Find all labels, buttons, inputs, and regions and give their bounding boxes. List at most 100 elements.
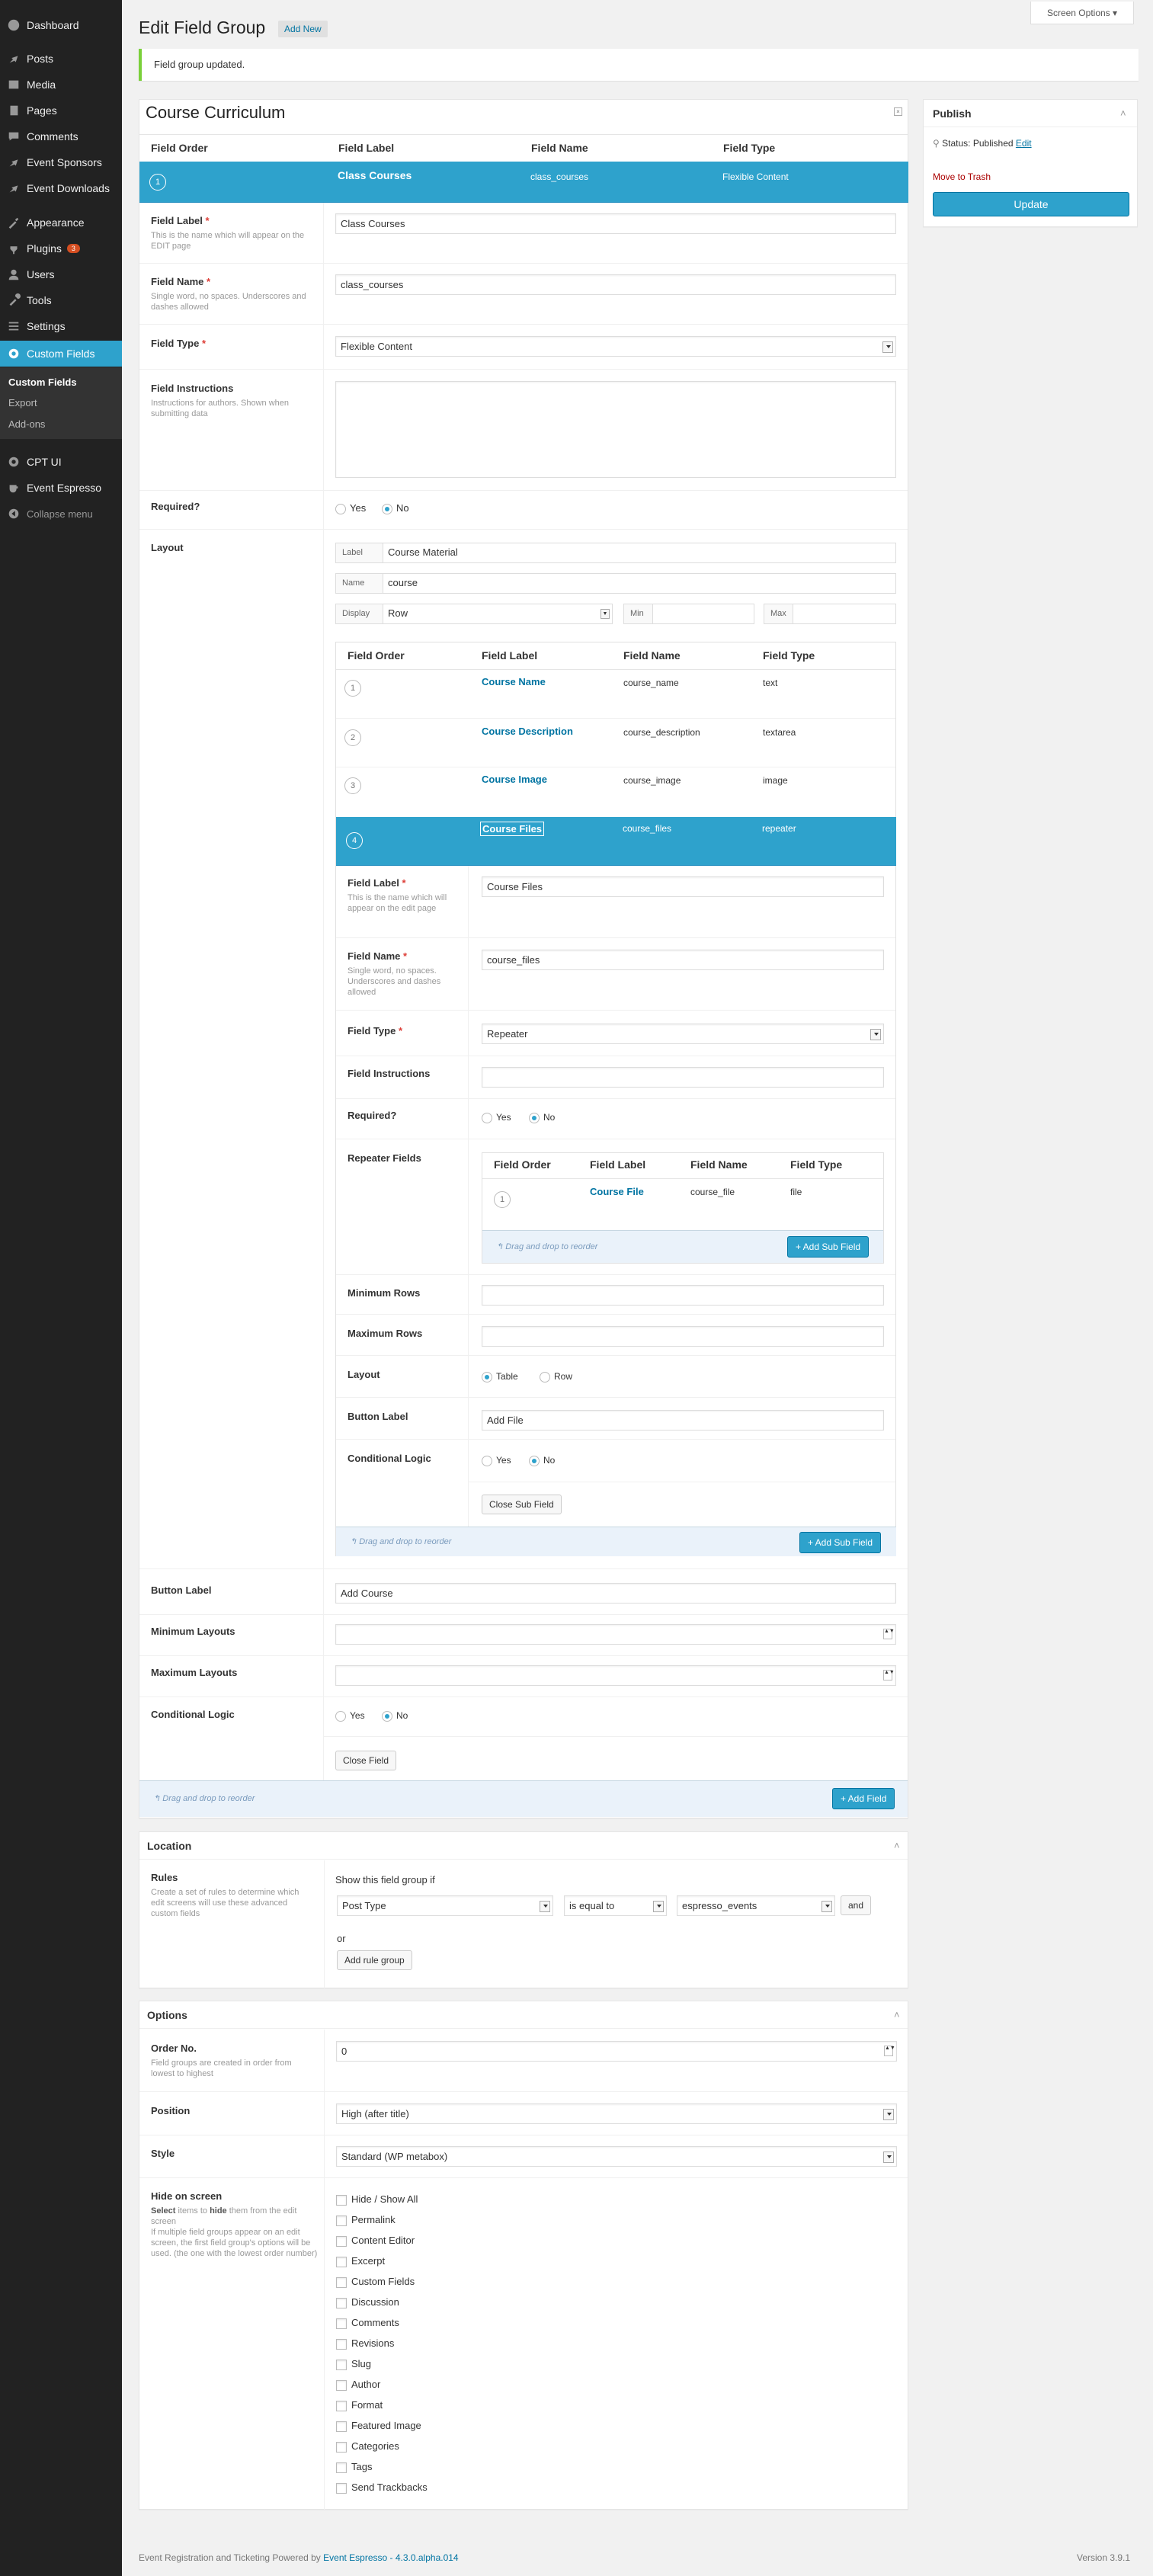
maximum-layouts-input[interactable]: ▲▼ [335, 1665, 896, 1686]
hide-option-checkbox[interactable]: Custom Fields [336, 2276, 415, 2288]
button-label-input[interactable]: Add Course [335, 1583, 896, 1604]
spinner-icon[interactable]: ▲▼ [883, 1629, 895, 1639]
hide-option-checkbox[interactable]: Excerpt [336, 2255, 385, 2267]
spinner-icon[interactable]: ▲▼ [883, 1670, 895, 1680]
menu-posts[interactable]: Posts [0, 46, 122, 72]
menu-plugins[interactable]: Plugins 3 [0, 235, 122, 261]
sub-field-row-course-files[interactable]: 4 Course Files course_files repeater [336, 817, 896, 866]
screen-options-button[interactable]: Screen Options ▾ [1030, 2, 1134, 24]
layout-table-radio[interactable]: Table [482, 1371, 518, 1383]
menu-appearance[interactable]: Appearance [0, 210, 122, 235]
field-type-select[interactable]: Flexible Content [335, 336, 896, 357]
field-order-circle[interactable]: 1 [149, 174, 166, 191]
close-sub-field-button[interactable]: Close Sub Field [482, 1495, 562, 1514]
minimum-rows-input[interactable] [482, 1285, 884, 1306]
hide-option-checkbox[interactable]: Hide / Show All [336, 2193, 418, 2206]
sub-field-instructions-input[interactable] [482, 1067, 884, 1088]
menu-event-downloads[interactable]: Event Downloads [0, 175, 122, 201]
group-title[interactable]: Course Curriculum [146, 103, 285, 123]
hide-option-checkbox[interactable]: Discussion [336, 2296, 399, 2308]
add-field-button[interactable]: + Add Field [832, 1788, 895, 1809]
menu-cpt-ui[interactable]: CPT UI [0, 449, 122, 475]
position-select[interactable]: High (after title) [336, 2103, 897, 2124]
cond-yes-radio[interactable]: Yes [335, 1710, 365, 1722]
style-select[interactable]: Standard (WP metabox) [336, 2146, 897, 2167]
add-new-button[interactable]: Add New [278, 21, 328, 37]
menu-collapse[interactable]: Collapse menu [0, 501, 122, 527]
rule-operator-select[interactable]: is equal to [564, 1895, 667, 1916]
field-name-input[interactable]: class_courses [335, 274, 896, 295]
sub-field-label-input[interactable]: Course Files [482, 876, 884, 897]
add-sub-field-button[interactable]: + Add Sub Field [787, 1236, 870, 1258]
minimum-layouts-input[interactable]: ▲▼ [335, 1624, 896, 1645]
submenu-add-ons[interactable]: Add-ons [8, 418, 45, 430]
menu-event-espresso[interactable]: Event Espresso [0, 475, 122, 501]
maximum-rows-input[interactable] [482, 1326, 884, 1347]
add-rule-group-button[interactable]: Add rule group [337, 1950, 412, 1970]
update-button[interactable]: Update [933, 192, 1129, 216]
add-and-rule-button[interactable]: and [841, 1895, 872, 1915]
field-label-input[interactable]: Class Courses [335, 213, 896, 234]
chevron-up-icon[interactable]: ˄ [894, 1840, 900, 1851]
rep-field-label-link[interactable]: Course File [590, 1186, 644, 1197]
hide-option-checkbox[interactable]: Permalink [336, 2214, 396, 2226]
toggle-metabox-icon[interactable]: × [894, 107, 902, 116]
add-sub-field-button[interactable]: + Add Sub Field [799, 1532, 882, 1553]
sub-field-order-circle[interactable]: 3 [344, 777, 361, 794]
hide-option-checkbox[interactable]: Format [336, 2399, 383, 2411]
hide-option-checkbox[interactable]: Send Trackbacks [336, 2481, 428, 2494]
sub-required-yes-radio[interactable]: Yes [482, 1112, 511, 1123]
field-instructions-textarea[interactable] [335, 381, 896, 478]
layout-display-select[interactable]: Row [388, 607, 408, 619]
menu-comments[interactable]: Comments [0, 123, 122, 149]
hide-option-checkbox[interactable]: Featured Image [336, 2420, 421, 2432]
hide-option-checkbox[interactable]: Slug [336, 2358, 371, 2370]
layout-name-input[interactable]: course [388, 577, 418, 588]
hide-option-checkbox[interactable]: Author [336, 2379, 380, 2391]
rule-param-select[interactable]: Post Type [337, 1895, 553, 1916]
sub-required-no-radio[interactable]: No [529, 1112, 555, 1123]
close-field-button[interactable]: Close Field [335, 1751, 397, 1770]
chevron-up-icon[interactable]: ˄ [1120, 107, 1126, 119]
menu-custom-fields[interactable]: Custom Fields [0, 341, 122, 367]
menu-dashboard[interactable]: Dashboard [0, 12, 122, 38]
spinner-icon[interactable]: ▲▼ [884, 2046, 895, 2056]
hide-option-checkbox[interactable]: Tags [336, 2461, 372, 2473]
menu-users[interactable]: Users [0, 261, 122, 287]
hide-option-checkbox[interactable]: Content Editor [336, 2235, 415, 2247]
cond-no-radio[interactable]: No [382, 1710, 408, 1722]
hide-option-checkbox[interactable]: Revisions [336, 2337, 394, 2350]
menu-settings[interactable]: Settings [0, 313, 122, 339]
layout-min-input[interactable]: Min [623, 604, 754, 624]
layout-label-input[interactable]: Course Material [388, 546, 458, 558]
layout-max-input[interactable]: Max [764, 604, 896, 624]
menu-pages[interactable]: Pages [0, 98, 122, 123]
sub-field-label-link[interactable]: Course Files [480, 822, 545, 836]
sub-field-label-link[interactable]: Course Image [482, 774, 547, 785]
sub-field-type-select[interactable]: Repeater [482, 1024, 884, 1044]
field-label-link[interactable]: Class Courses [338, 169, 412, 181]
sub-button-label-input[interactable]: Add File [482, 1410, 884, 1431]
sub-field-name-input[interactable]: course_files [482, 950, 884, 970]
menu-tools[interactable]: Tools [0, 287, 122, 313]
rep-field-order-circle[interactable]: 1 [494, 1191, 511, 1208]
hide-option-checkbox[interactable]: Categories [336, 2440, 399, 2453]
sub-field-label-link[interactable]: Course Description [482, 726, 573, 737]
layout-display-row[interactable]: Display Row ▼ [335, 604, 613, 624]
menu-event-sponsors[interactable]: Event Sponsors [0, 149, 122, 175]
sub-cond-no-radio[interactable]: No [529, 1455, 555, 1466]
menu-media[interactable]: Media [0, 72, 122, 98]
layout-row-radio[interactable]: Row [540, 1371, 572, 1383]
sub-cond-yes-radio[interactable]: Yes [482, 1455, 511, 1466]
chevron-up-icon[interactable]: ˄ [894, 2009, 900, 2020]
submenu-custom-fields[interactable]: Custom Fields [8, 376, 77, 388]
move-to-trash-link[interactable]: Move to Trash [933, 171, 991, 182]
required-no-radio[interactable]: No [382, 502, 409, 514]
sub-field-order-circle[interactable]: 1 [344, 680, 361, 697]
order-no-input[interactable]: 0 ▲▼ [336, 2041, 897, 2062]
edit-status-link[interactable]: Edit [1016, 138, 1032, 149]
field-row-class-courses[interactable]: 1 Class Courses class_courses Flexible C… [139, 162, 908, 203]
sub-field-order-circle[interactable]: 2 [344, 729, 361, 746]
event-espresso-link[interactable]: Event Espresso - 4.3.0.alpha.014 [323, 2552, 458, 2563]
submenu-export[interactable]: Export [8, 397, 37, 409]
